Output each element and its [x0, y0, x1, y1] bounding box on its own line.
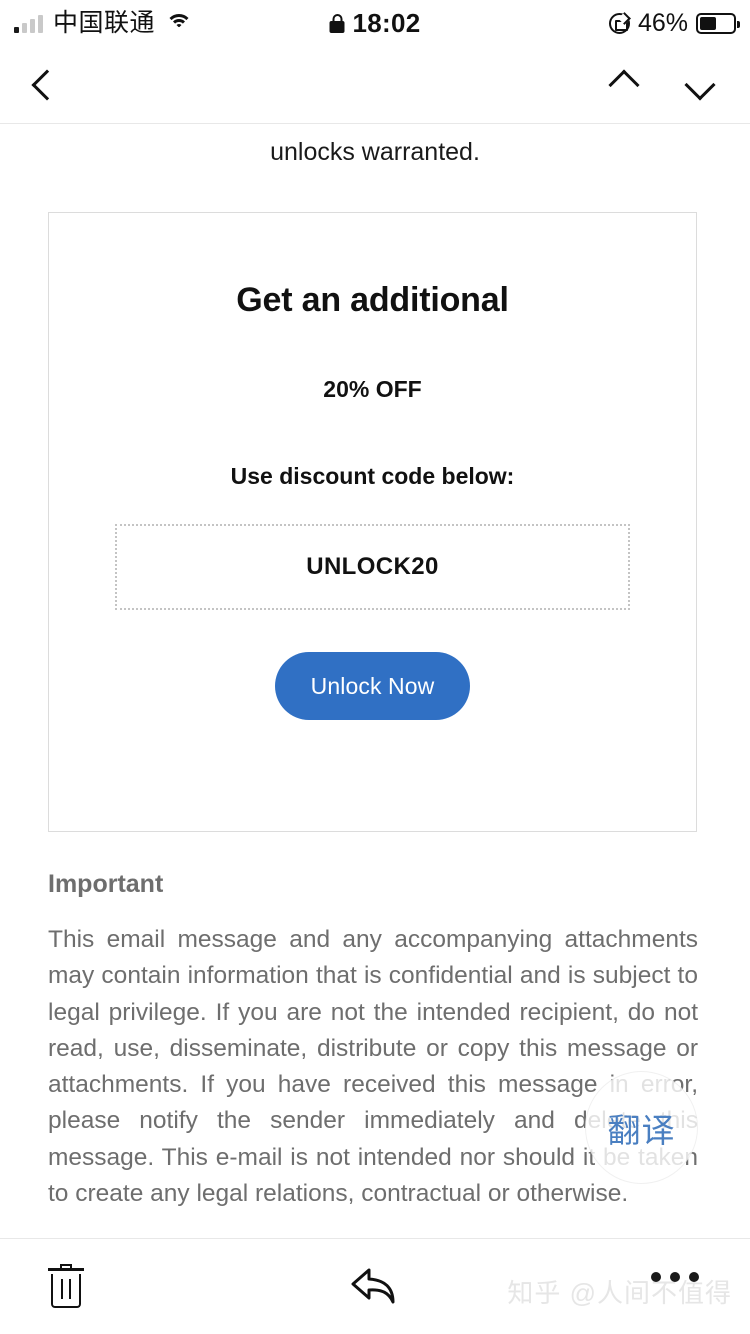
cta-container: Unlock Now — [49, 652, 696, 720]
status-bar-left: 中国联通 — [14, 8, 193, 37]
status-bar-right: 46% — [608, 8, 740, 37]
translate-label: 翻译 — [607, 1111, 676, 1149]
reply-button[interactable] — [325, 1238, 425, 1334]
chevron-up-icon — [608, 69, 640, 101]
disclaimer-text: This email message and any accompanying … — [48, 926, 698, 1207]
previous-message-button[interactable] — [592, 46, 656, 124]
rotation-lock-icon — [608, 12, 630, 34]
lock-icon — [329, 13, 345, 33]
navigation-bar — [0, 46, 750, 124]
email-reader-screen: 中国联通 18:02 46% unlocks warranted. Get an… — [0, 0, 750, 1334]
promo-instruction: Use discount code below: — [230, 463, 515, 489]
translate-floating-button[interactable]: 翻译 — [585, 1071, 698, 1184]
signal-bars-icon — [14, 14, 43, 33]
chevron-down-icon — [684, 69, 716, 101]
carrier-label: 中国联通 — [53, 8, 156, 37]
trash-icon — [48, 1264, 84, 1308]
status-bar-center: 18:02 — [329, 8, 421, 38]
important-heading: Important — [48, 870, 164, 898]
promo-discount: 20% OFF — [323, 376, 422, 402]
promo-card: Get an additional 20% OFF Use discount c… — [48, 212, 697, 832]
battery-percent-label: 46% — [637, 8, 688, 37]
unlock-now-button[interactable]: Unlock Now — [274, 652, 471, 720]
email-body[interactable]: unlocks warranted. Get an additional 20%… — [0, 124, 750, 1236]
delete-button[interactable] — [20, 1238, 112, 1334]
promo-headline: Get an additional — [236, 281, 509, 319]
clock-label: 18:02 — [352, 8, 421, 38]
bottom-toolbar: 知乎 @人间不值得 — [0, 1238, 750, 1334]
back-button[interactable] — [18, 46, 76, 124]
reply-arrow-icon — [351, 1268, 395, 1304]
discount-code-value: UNLOCK20 — [306, 553, 439, 580]
discount-code-box[interactable]: UNLOCK20 — [115, 524, 630, 610]
battery-icon — [696, 12, 740, 34]
status-bar: 中国联通 18:02 46% — [0, 0, 750, 46]
lead-text: unlocks warranted. — [270, 138, 480, 166]
more-dots-icon — [651, 1272, 699, 1282]
chevron-left-icon — [31, 69, 63, 101]
next-message-button[interactable] — [668, 46, 732, 124]
wifi-icon — [165, 13, 193, 33]
